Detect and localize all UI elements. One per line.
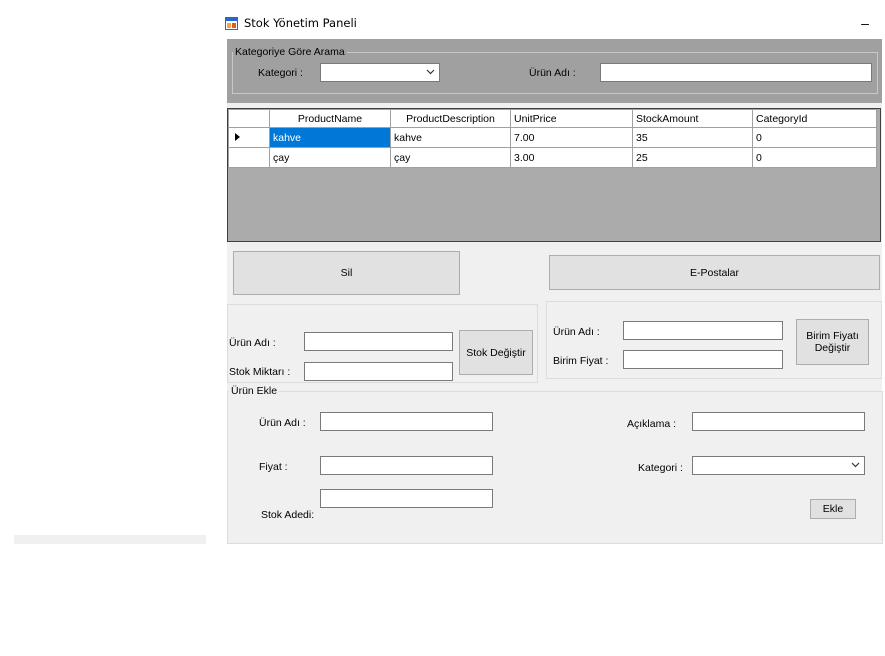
add-description-input[interactable] (692, 412, 865, 431)
grid-header-row: ProductName ProductDescription UnitPrice… (228, 109, 877, 128)
add-category-label: Kategori : (638, 462, 683, 474)
add-price-label: Fiyat : (259, 461, 288, 473)
stock-name-input[interactable] (304, 332, 453, 351)
table-row[interactable]: çay çay 3.00 25 0 (228, 147, 877, 168)
grid-cell-productname[interactable]: kahve (269, 127, 391, 148)
grid-cell-productdescription[interactable]: kahve (390, 127, 511, 148)
products-table: ProductName ProductDescription UnitPrice… (228, 109, 877, 168)
stock-name-label: Ürün Adı : (229, 337, 276, 349)
add-category-combobox[interactable] (692, 456, 865, 475)
grid-cell-stockamount[interactable]: 25 (632, 147, 753, 168)
column-header-categoryid[interactable]: CategoryId (752, 109, 877, 128)
stock-amount-input[interactable] (304, 362, 453, 381)
chevron-down-icon (426, 69, 435, 75)
emails-button[interactable]: E-Postalar (549, 255, 880, 290)
grid-cell-categoryid[interactable]: 0 (752, 147, 877, 168)
price-name-input[interactable] (623, 321, 783, 340)
add-name-input[interactable] (320, 412, 493, 431)
add-product-legend: Ürün Ekle (229, 385, 280, 397)
grid-corner-cell (228, 109, 270, 128)
grid-cell-categoryid[interactable]: 0 (752, 127, 877, 148)
search-product-name-input[interactable] (600, 63, 872, 82)
add-description-label: Açıklama : (627, 418, 677, 430)
chevron-down-icon (851, 462, 860, 468)
unit-price-label: Birim Fiyat : (553, 355, 609, 367)
change-unit-price-line1: Birim Fiyatı (806, 330, 859, 342)
search-product-name-label: Ürün Adı : (529, 67, 576, 79)
products-datagrid[interactable]: ProductName ProductDescription UnitPrice… (227, 108, 881, 242)
add-price-input[interactable] (320, 456, 493, 475)
current-row-pointer-icon (235, 132, 240, 141)
column-header-stockamount[interactable]: StockAmount (632, 109, 753, 128)
stock-amount-label: Stok Miktarı : (229, 366, 291, 378)
grid-cell-productname[interactable]: çay (269, 147, 391, 168)
row-header-cell[interactable] (228, 127, 270, 148)
add-stock-input[interactable] (320, 489, 493, 508)
add-name-label: Ürün Adı : (259, 417, 306, 429)
background-strip (14, 535, 206, 544)
add-stock-label: Stok Adedi: (261, 509, 315, 521)
search-group-legend: Kategoriye Göre Arama (233, 46, 347, 58)
delete-button[interactable]: Sil (233, 251, 460, 295)
column-header-productdescription[interactable]: ProductDescription (390, 109, 511, 128)
change-unit-price-button[interactable]: Birim Fiyatı Değiştir (796, 319, 869, 365)
search-category-combobox[interactable] (320, 63, 440, 82)
grid-cell-unitprice[interactable]: 7.00 (510, 127, 633, 148)
grid-cell-productdescription[interactable]: çay (390, 147, 511, 168)
app-window-icon (225, 17, 238, 30)
change-stock-button[interactable]: Stok Değiştir (459, 330, 533, 375)
price-name-label: Ürün Adı : (553, 326, 600, 338)
search-category-label: Kategori : (258, 67, 303, 79)
unit-price-input[interactable] (623, 350, 783, 369)
row-header-cell[interactable] (228, 147, 270, 168)
change-unit-price-line2: Değiştir (814, 342, 851, 354)
window-title: Stok Yönetim Paneli (244, 16, 357, 30)
grid-cell-unitprice[interactable]: 3.00 (510, 147, 633, 168)
add-product-button[interactable]: Ekle (810, 499, 856, 519)
column-header-productname[interactable]: ProductName (269, 109, 391, 128)
grid-cell-stockamount[interactable]: 35 (632, 127, 753, 148)
minimize-button[interactable]: – (850, 12, 880, 34)
column-header-unitprice[interactable]: UnitPrice (510, 109, 633, 128)
table-row[interactable]: kahve kahve 7.00 35 0 (228, 127, 877, 148)
